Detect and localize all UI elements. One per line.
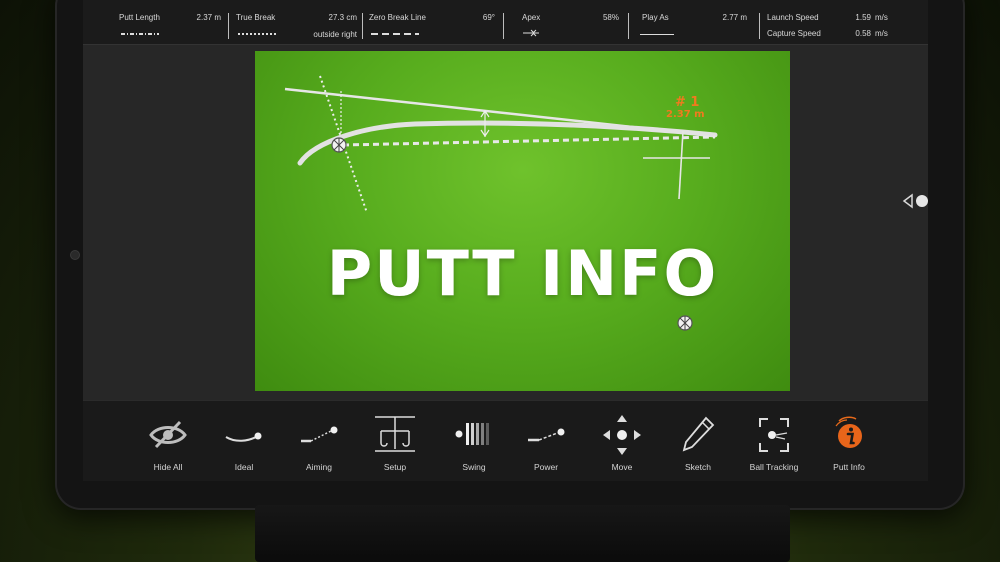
move-label: Move (611, 462, 633, 472)
play-as-line-legend (640, 34, 674, 35)
aiming-button[interactable]: Aiming (284, 411, 354, 477)
zero-break-value: 69° (482, 13, 495, 22)
app-screen: Putt Length 2.37 m True Break 27.3 cm ou… (83, 0, 928, 481)
putt-marker-distance: 2.37 m (666, 109, 705, 120)
ideal-path-icon (225, 432, 262, 442)
bottom-toolbar: Hide All Ideal Aiming Setup Swing Power … (83, 400, 928, 481)
ball-tracking-icon (759, 418, 789, 452)
move-button[interactable]: Move (587, 411, 657, 477)
ball-tracking-label: Ball Tracking (749, 462, 799, 472)
apex-label: Apex (522, 13, 541, 22)
putt-info-button[interactable]: Putt Info (814, 411, 884, 477)
apex-legend-icon (523, 29, 539, 37)
hole-ball-icon (677, 315, 693, 331)
camera-icon (71, 251, 79, 259)
ball-tracking-button[interactable]: Ball Tracking (739, 411, 809, 477)
divider (759, 13, 760, 39)
launch-speed-label: Launch Speed (767, 13, 819, 22)
power-icon (528, 428, 565, 442)
launch-speed-unit: m/s (875, 13, 888, 22)
putt-info-bar: Putt Length 2.37 m True Break 27.3 cm ou… (83, 0, 928, 45)
putt-length-value: 2.37 m (196, 13, 221, 22)
handle-dot-icon (916, 195, 928, 207)
ideal-label: Ideal (234, 462, 254, 472)
eye-slash-icon (149, 420, 187, 449)
page-title: PUTT INFO (326, 237, 719, 310)
setup-icon (375, 416, 415, 452)
power-label: Power (533, 462, 559, 472)
setup-button[interactable]: Setup (360, 411, 430, 477)
sketch-label: Sketch (685, 462, 711, 472)
ball-path-curve (297, 120, 718, 166)
ball-icon (331, 137, 347, 153)
aiming-icon (301, 426, 338, 443)
true-break-line (342, 135, 716, 147)
zero-break-label: Zero Break Line (369, 13, 426, 22)
putt-length-label: Putt Length (119, 13, 160, 22)
true-break-value: 27.3 cm (328, 13, 357, 22)
true-break-direction: outside right (313, 30, 357, 39)
putt-info-label: Putt Info (833, 462, 865, 472)
true-break-label: True Break (236, 13, 276, 22)
info-icon (835, 416, 862, 448)
putt-overlay-graphic (284, 75, 718, 331)
putting-green-view[interactable]: # 1 2.37 m PUTT INFO (255, 51, 790, 391)
ideal-button[interactable]: Ideal (209, 411, 279, 477)
divider (228, 13, 229, 39)
chevron-left-icon (902, 193, 913, 209)
capture-speed-label: Capture Speed (767, 29, 821, 38)
launch-speed-value: 1.59 (855, 13, 871, 22)
divider (628, 13, 629, 39)
hide-all-button[interactable]: Hide All (133, 411, 203, 477)
divider (362, 13, 363, 39)
putt-marker-number: # 1 (675, 95, 700, 110)
play-as-value: 2.77 m (722, 13, 747, 22)
setup-label: Setup (383, 462, 407, 472)
hide-all-label: Hide All (153, 462, 183, 472)
capture-speed-unit: m/s (875, 29, 888, 38)
sketch-button[interactable]: Sketch (663, 411, 733, 477)
side-drawer-toggle[interactable] (901, 192, 929, 210)
aiming-label: Aiming (306, 462, 332, 472)
tablet-stand (255, 505, 790, 562)
pencil-icon (682, 416, 715, 452)
true-break-line-legend (238, 33, 276, 35)
apex-value: 58% (602, 13, 619, 22)
divider (503, 13, 504, 39)
zero-break-line-legend (371, 33, 419, 35)
play-as-label: Play As (642, 13, 669, 22)
swing-label: Swing (462, 462, 486, 472)
swing-icon (455, 423, 489, 445)
move-arrows-icon (603, 415, 641, 455)
swing-button[interactable]: Swing (439, 411, 509, 477)
power-button[interactable]: Power (511, 411, 581, 477)
capture-speed-value: 0.58 (855, 29, 871, 38)
putt-length-line-legend (121, 33, 159, 35)
